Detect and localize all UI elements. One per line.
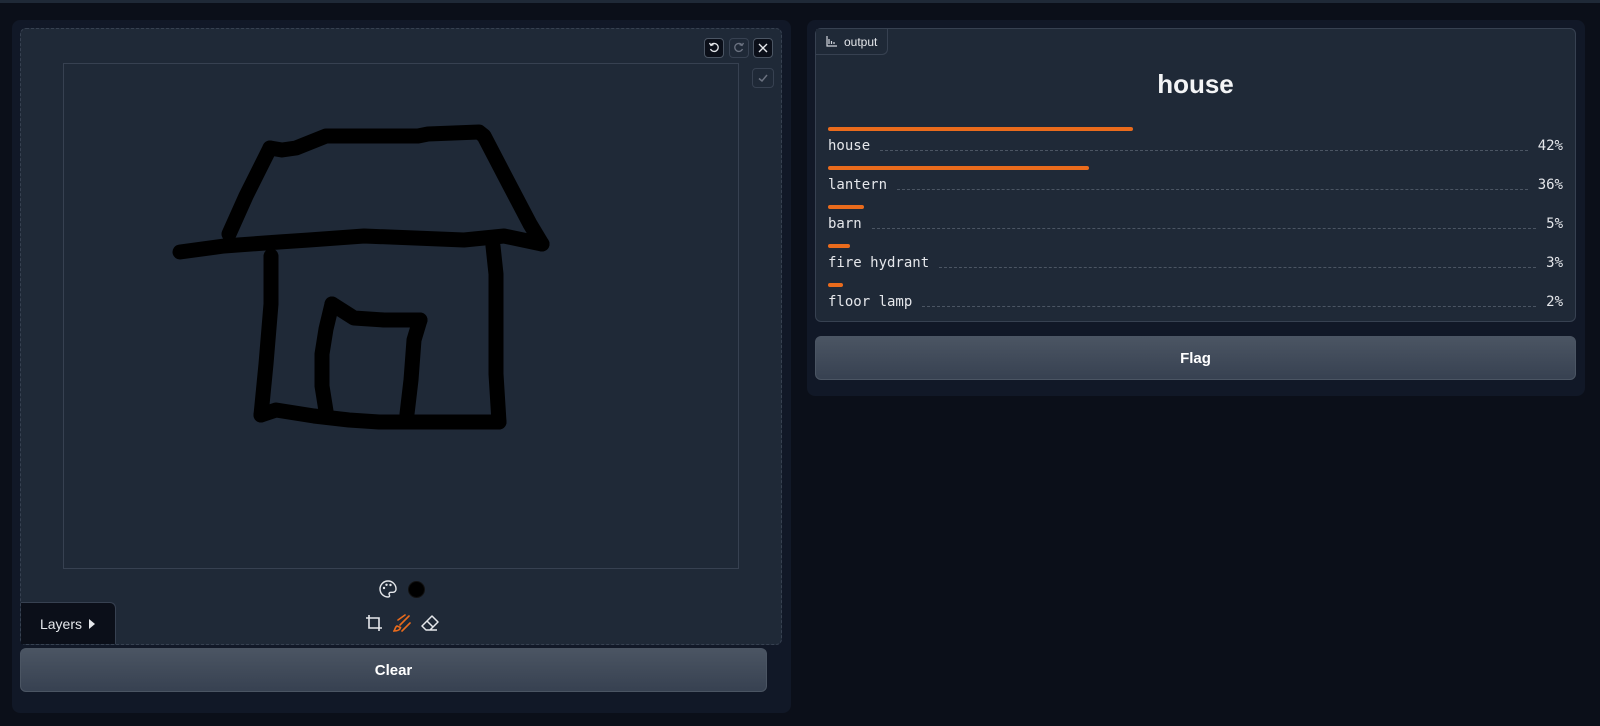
leader-dots (922, 305, 1537, 307)
layers-label: Layers (39, 615, 83, 632)
confidence-bar (828, 205, 864, 209)
brush-icon (393, 614, 411, 632)
confidence-bar (828, 283, 843, 287)
crop-icon (366, 615, 382, 631)
check-icon (758, 74, 768, 83)
leader-dots (880, 149, 1528, 151)
confidence-label: barn (828, 216, 862, 232)
brush-tool[interactable] (392, 613, 412, 633)
confidence-label: floor lamp (828, 294, 913, 310)
confidence-label: lantern (828, 177, 888, 193)
confidence-percent: 5% (1546, 216, 1563, 232)
drawing-canvas[interactable] (63, 63, 739, 569)
close-button[interactable] (753, 38, 773, 58)
confidence-label: fire hydrant (828, 255, 930, 271)
confidence-percent: 36% (1537, 177, 1563, 193)
close-icon (758, 43, 768, 53)
confidence-row-fire-hydrant[interactable]: fire hydrant 3% (828, 244, 1563, 280)
flag-button[interactable]: Flag (815, 336, 1576, 380)
confidence-bar (828, 166, 1089, 170)
input-panel: Layers Clear (12, 20, 791, 713)
confidence-bar (828, 244, 850, 248)
eraser-icon (421, 615, 439, 631)
house-sketch (172, 124, 550, 430)
confidence-row-floor-lamp[interactable]: floor lamp 2% (828, 283, 1563, 319)
caret-right-icon (89, 618, 96, 629)
confidence-bar (828, 127, 1133, 131)
confidence-percent: 2% (1546, 294, 1563, 310)
confirm-button[interactable] (752, 68, 774, 88)
palette-icon (379, 580, 397, 598)
undo-icon (708, 42, 719, 53)
redo-button[interactable] (729, 38, 749, 58)
undo-button[interactable] (704, 38, 724, 58)
label-output: output house house 42% lantern 36% barn (815, 28, 1576, 322)
color-controls (378, 579, 425, 599)
confidence-row-lantern[interactable]: lantern 36% (828, 166, 1563, 202)
tool-bar (364, 613, 440, 633)
confidence-row-barn[interactable]: barn 5% (828, 205, 1563, 241)
crop-tool[interactable] (364, 613, 384, 633)
leader-dots (871, 227, 1537, 229)
layers-button[interactable]: Layers (21, 602, 116, 644)
confidence-percent: 42% (1537, 138, 1563, 154)
leader-dots (939, 266, 1537, 268)
confidence-percent: 3% (1546, 255, 1563, 271)
brush-color-swatch[interactable] (408, 580, 425, 598)
output-panel: output house house 42% lantern 36% barn (807, 20, 1585, 396)
eraser-tool[interactable] (420, 613, 440, 633)
palette-button[interactable] (378, 579, 398, 599)
output-tag-label: output (844, 34, 878, 49)
leader-dots (897, 188, 1528, 190)
confidence-row-house[interactable]: house 42% (828, 127, 1563, 163)
clear-button[interactable]: Clear (20, 648, 767, 692)
sketchpad: Layers (20, 28, 782, 645)
output-tag: output (816, 29, 889, 55)
predicted-label: house (1157, 69, 1234, 99)
confidence-label: house (828, 138, 871, 154)
redo-icon (734, 42, 745, 53)
clear-label: Clear (374, 661, 413, 679)
flag-label: Flag (1180, 349, 1211, 367)
label-icon (826, 36, 837, 47)
top-border (0, 0, 1600, 3)
